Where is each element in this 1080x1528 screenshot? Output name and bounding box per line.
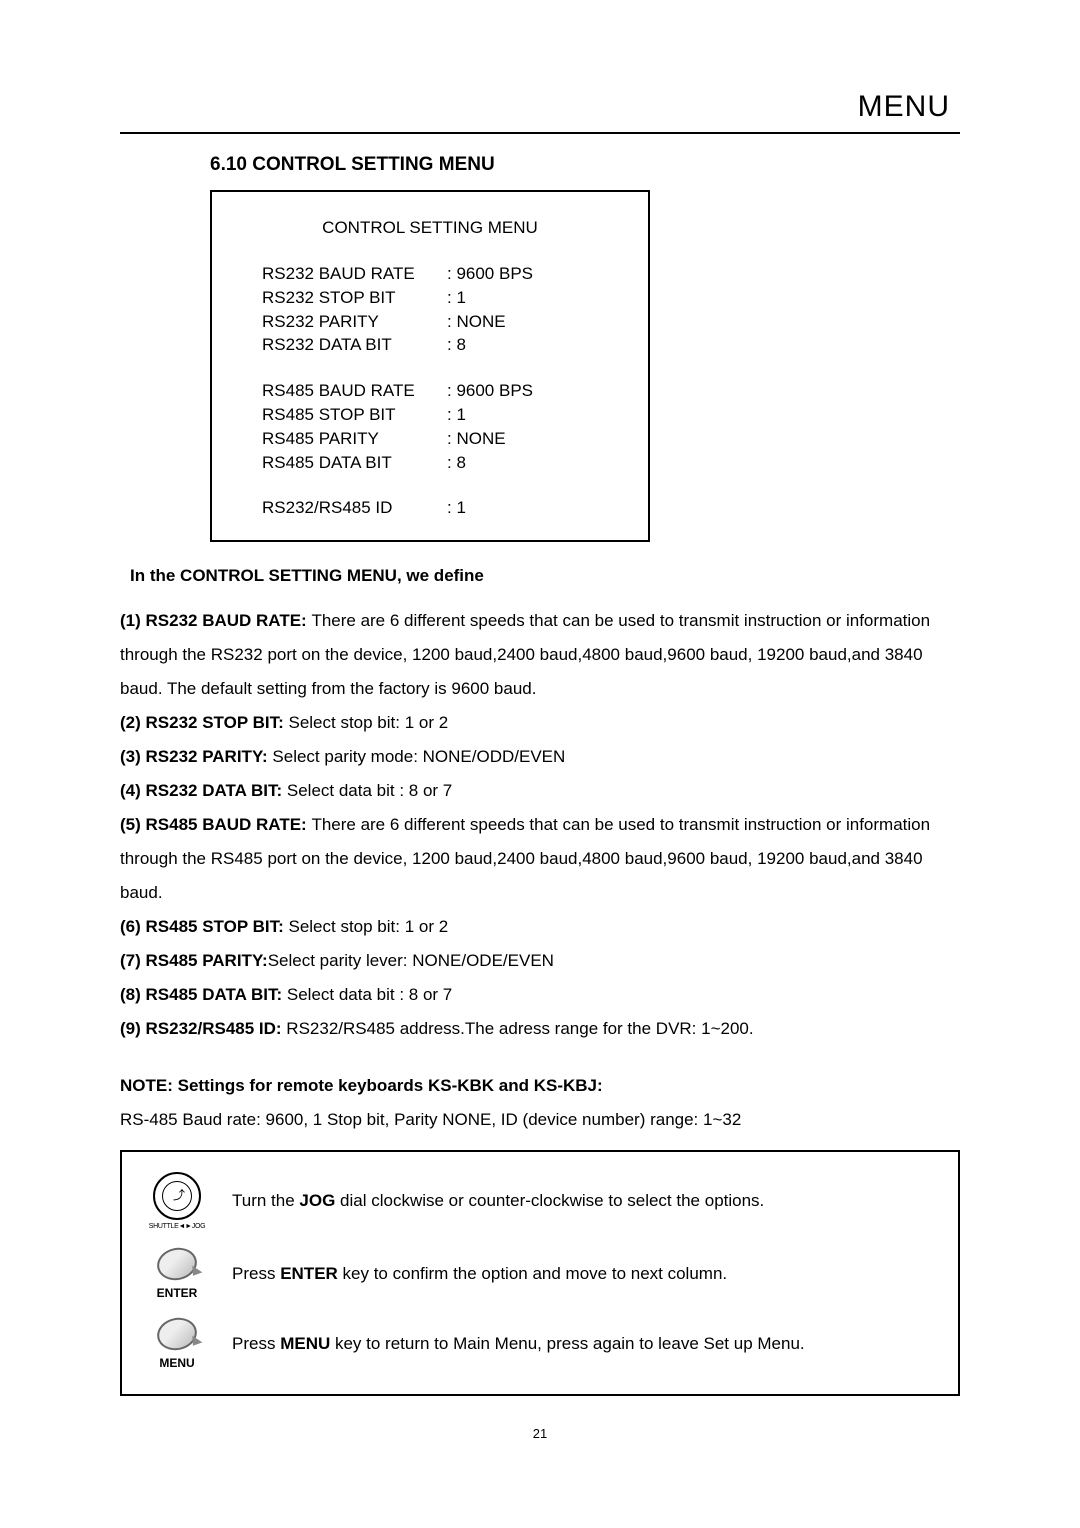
- menu-value: : 9600 BPS: [447, 379, 533, 403]
- desc-item-2: (2) RS232 STOP BIT: Select stop bit: 1 o…: [120, 706, 960, 740]
- description-block: (1) RS232 BAUD RATE: There are 6 differe…: [120, 604, 960, 1046]
- menu-row: RS485 STOP BIT : 1: [262, 403, 618, 427]
- control-setting-menu-box: CONTROL SETTING MENU RS232 BAUD RATE : 9…: [210, 190, 650, 542]
- instruction-text-menu: Press MENU key to return to Main Menu, p…: [232, 1334, 938, 1354]
- desc-item-7: (7) RS485 PARITY:Select parity lever: NO…: [120, 944, 960, 978]
- menu-button-icon: MENU: [142, 1318, 212, 1370]
- menu-row: RS232 DATA BIT : 8: [262, 333, 618, 357]
- enter-button-icon: ENTER: [142, 1248, 212, 1300]
- menu-box-title: CONTROL SETTING MENU: [242, 218, 618, 238]
- menu-label: RS485 STOP BIT: [262, 403, 447, 427]
- menu-label: RS232 PARITY: [262, 310, 447, 334]
- menu-row: RS232 STOP BIT : 1: [262, 286, 618, 310]
- menu-value: : 1: [447, 496, 466, 520]
- menu-label: RS232 BAUD RATE: [262, 262, 447, 286]
- instruction-text-jog: Turn the JOG dial clockwise or counter-c…: [232, 1191, 938, 1211]
- menu-value: : NONE: [447, 427, 506, 451]
- menu-value: : 1: [447, 403, 466, 427]
- menu-row: RS485 BAUD RATE : 9600 BPS: [262, 379, 618, 403]
- menu-group-id: RS232/RS485 ID : 1: [262, 496, 618, 520]
- instruction-row-menu: MENU Press MENU key to return to Main Me…: [142, 1318, 938, 1370]
- menu-value: : 1: [447, 286, 466, 310]
- desc-item-8: (8) RS485 DATA BIT: Select data bit : 8 …: [120, 978, 960, 1012]
- jog-dial-icon: ⤴ SHUTTLE◄►JOG: [142, 1172, 212, 1230]
- menu-value: : 9600 BPS: [447, 262, 533, 286]
- menu-row: RS232/RS485 ID : 1: [262, 496, 618, 520]
- menu-value: : 8: [447, 333, 466, 357]
- desc-item-6: (6) RS485 STOP BIT: Select stop bit: 1 o…: [120, 910, 960, 944]
- menu-label: RS485 PARITY: [262, 427, 447, 451]
- note-text: RS-485 Baud rate: 9600, 1 Stop bit, Pari…: [120, 1110, 960, 1130]
- page-header-title: MENU: [120, 90, 950, 124]
- instruction-text-enter: Press ENTER key to confirm the option an…: [232, 1264, 938, 1284]
- menu-label: RS485 BAUD RATE: [262, 379, 447, 403]
- desc-item-5: (5) RS485 BAUD RATE: There are 6 differe…: [120, 808, 960, 910]
- menu-label: RS232 DATA BIT: [262, 333, 447, 357]
- intro-text: In the CONTROL SETTING MENU, we define: [130, 566, 960, 586]
- menu-label: RS232 STOP BIT: [262, 286, 447, 310]
- desc-item-9: (9) RS232/RS485 ID: RS232/RS485 address.…: [120, 1012, 960, 1046]
- menu-row: RS485 DATA BIT : 8: [262, 451, 618, 475]
- desc-item-4: (4) RS232 DATA BIT: Select data bit : 8 …: [120, 774, 960, 808]
- menu-value: : 8: [447, 451, 466, 475]
- header-divider: [120, 132, 960, 134]
- desc-item-1: (1) RS232 BAUD RATE: There are 6 differe…: [120, 604, 960, 706]
- instruction-row-jog: ⤴ SHUTTLE◄►JOG Turn the JOG dial clockwi…: [142, 1172, 938, 1230]
- page-number: 21: [120, 1426, 960, 1441]
- menu-row: RS485 PARITY : NONE: [262, 427, 618, 451]
- instruction-box: ⤴ SHUTTLE◄►JOG Turn the JOG dial clockwi…: [120, 1150, 960, 1396]
- section-heading: 6.10 CONTROL SETTING MENU: [210, 154, 960, 176]
- menu-group-rs232: RS232 BAUD RATE : 9600 BPS RS232 STOP BI…: [262, 262, 618, 357]
- menu-row: RS232 PARITY : NONE: [262, 310, 618, 334]
- instruction-row-enter: ENTER Press ENTER key to confirm the opt…: [142, 1248, 938, 1300]
- menu-group-rs485: RS485 BAUD RATE : 9600 BPS RS485 STOP BI…: [262, 379, 618, 474]
- menu-label: RS232/RS485 ID: [262, 496, 447, 520]
- note-title: NOTE: Settings for remote keyboards KS-K…: [120, 1076, 960, 1096]
- menu-label: RS485 DATA BIT: [262, 451, 447, 475]
- menu-value: : NONE: [447, 310, 506, 334]
- menu-row: RS232 BAUD RATE : 9600 BPS: [262, 262, 618, 286]
- desc-item-3: (3) RS232 PARITY: Select parity mode: NO…: [120, 740, 960, 774]
